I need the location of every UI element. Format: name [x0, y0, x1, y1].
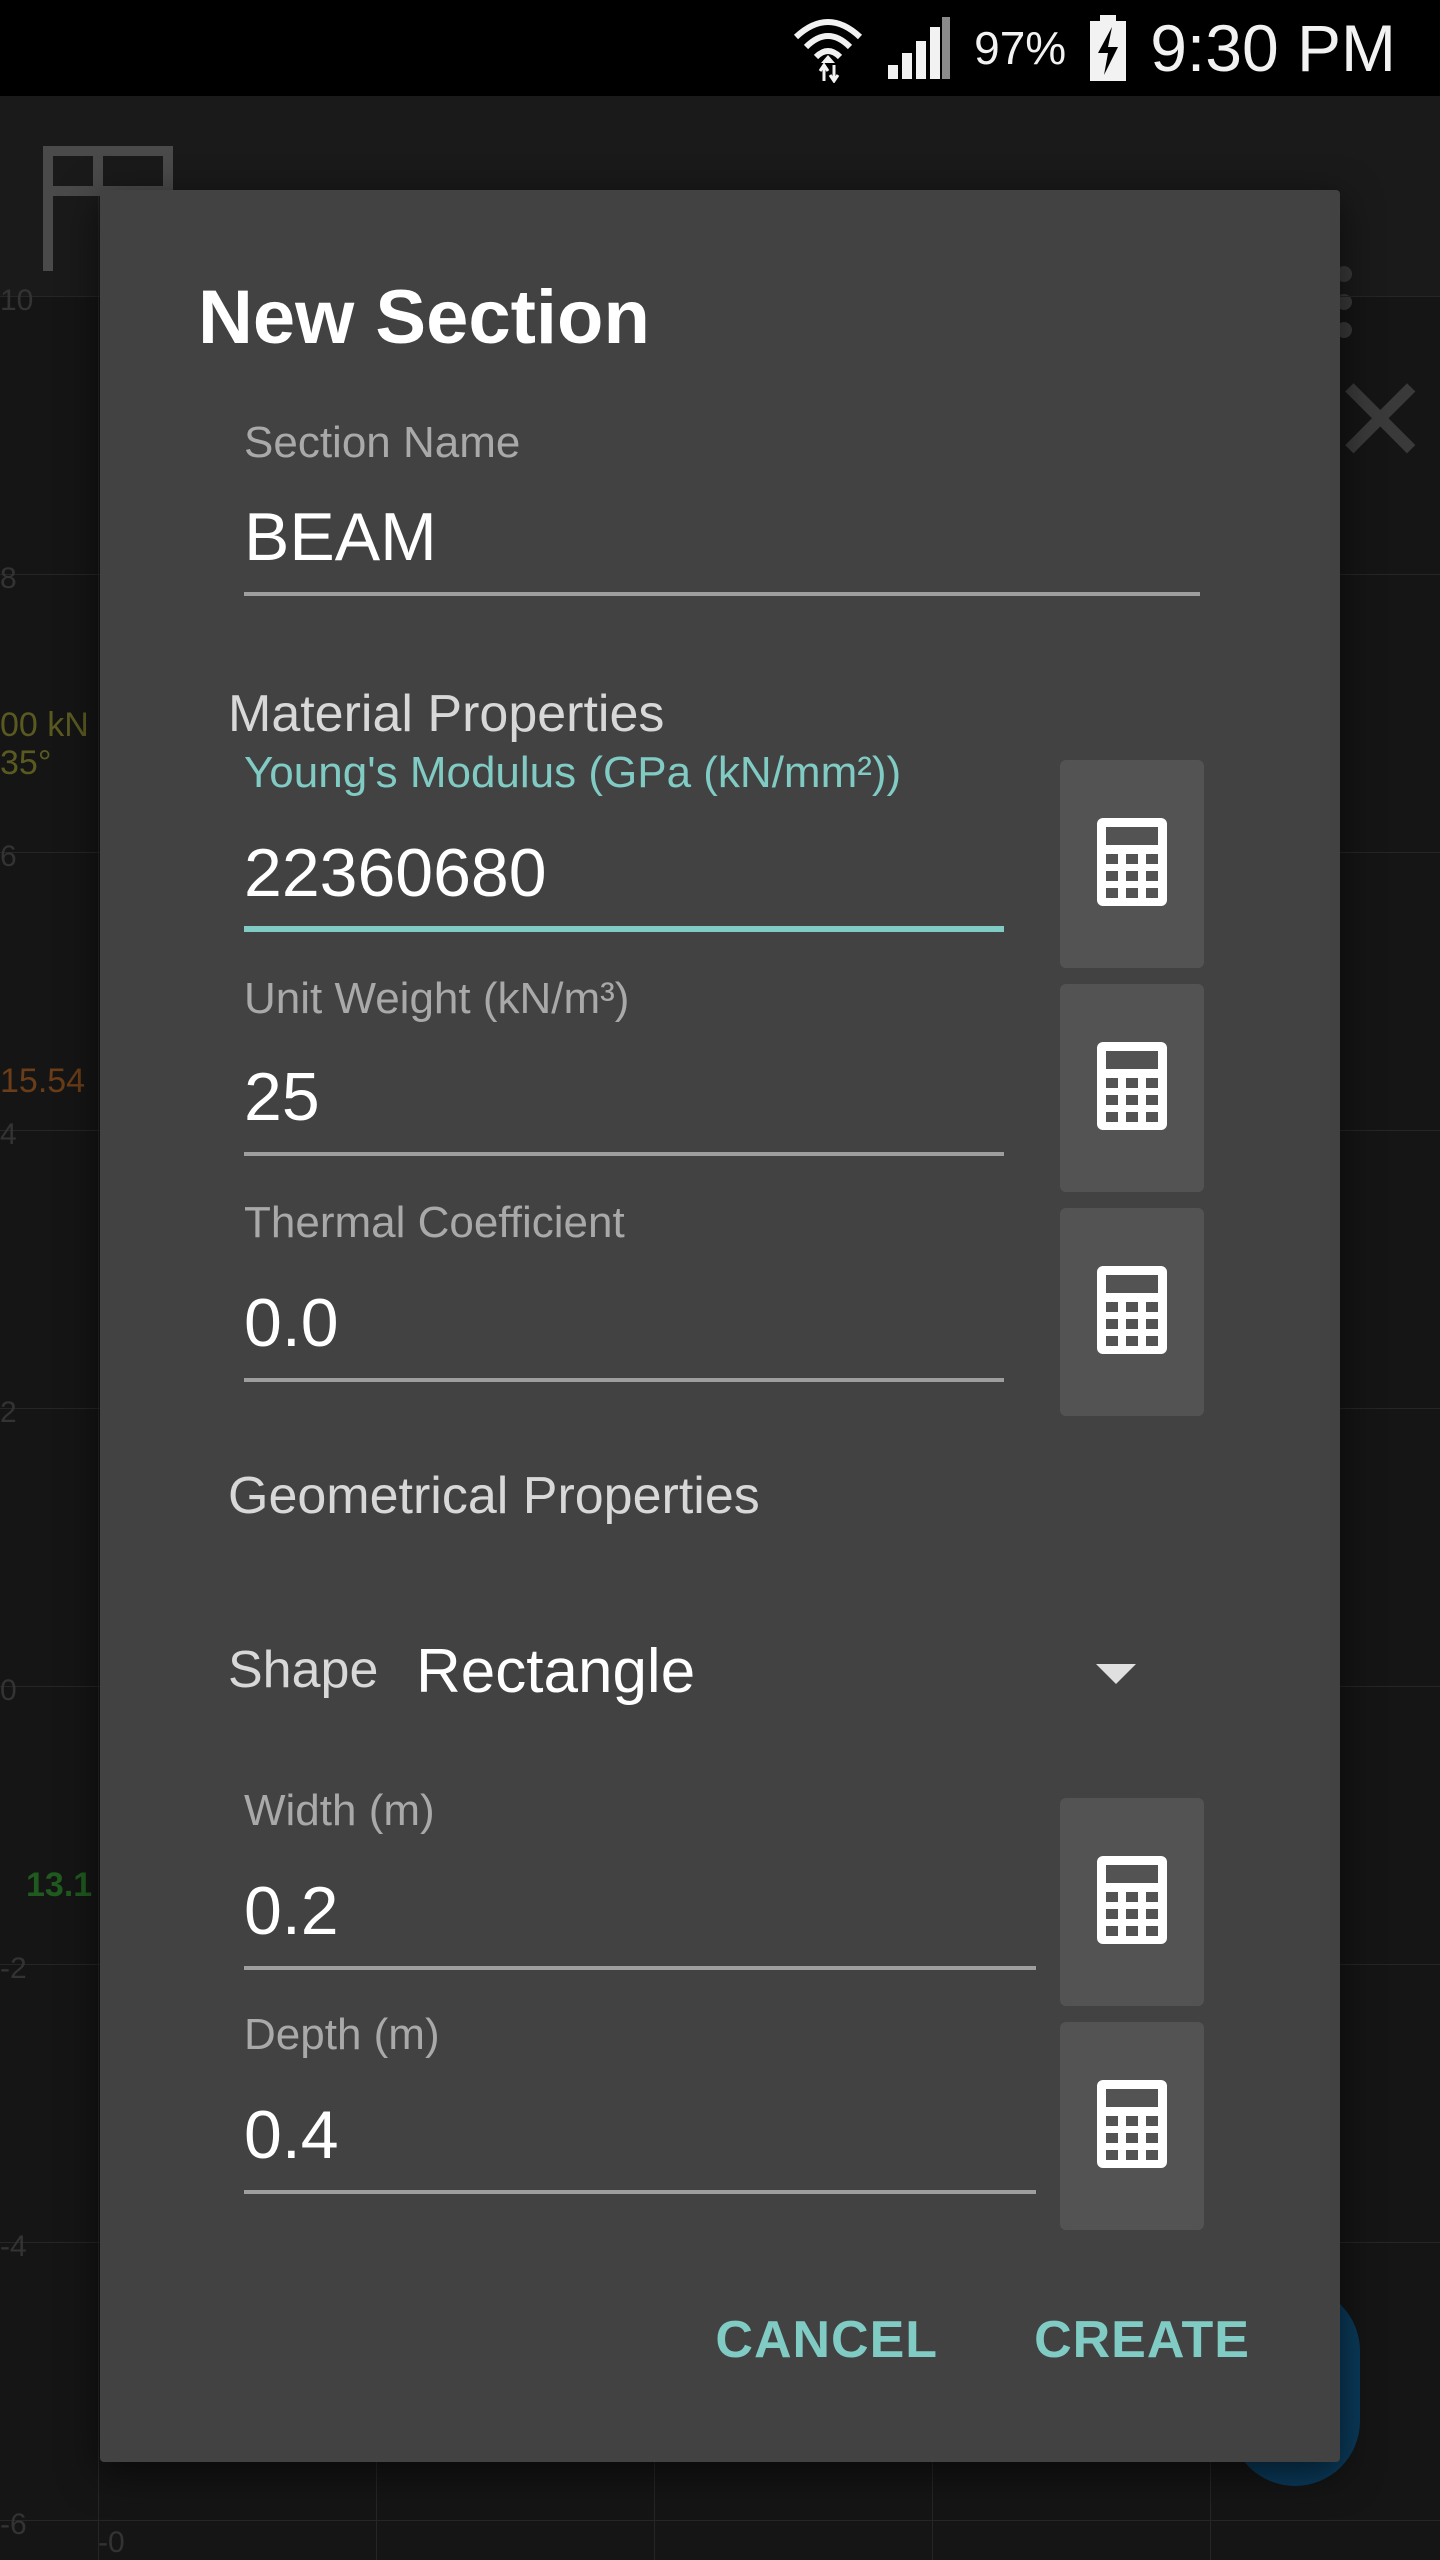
unit-weight-underline — [244, 1152, 1004, 1156]
y-axis-label: 4 — [0, 1118, 17, 1151]
load-angle-label: 35° — [0, 744, 52, 782]
material-properties-heading: Material Properties — [228, 685, 665, 743]
battery-percent: 97% — [974, 22, 1067, 74]
shape-selected-value[interactable]: Rectangle — [416, 1636, 695, 1707]
depth-label: Depth (m) — [244, 2010, 440, 2059]
y-axis-label: 2 — [0, 1396, 17, 1429]
youngs-modulus-field[interactable]: Young's Modulus (GPa (kN/mm²)) 22360680 — [244, 748, 1004, 948]
dropdown-arrow-icon[interactable] — [1096, 1664, 1136, 1684]
section-name-field[interactable]: Section Name BEAM — [244, 418, 1200, 618]
y-axis-label: 8 — [0, 562, 17, 595]
depth-calculator-button[interactable] — [1060, 2022, 1204, 2230]
wifi-icon — [792, 13, 864, 83]
youngs-modulus-input[interactable]: 22360680 — [244, 834, 547, 912]
cancel-button[interactable]: CANCEL — [715, 2310, 938, 2370]
width-label: Width (m) — [244, 1786, 435, 1835]
new-section-dialog: New Section Section Name BEAM Material P… — [100, 190, 1340, 2462]
y-axis-label: 10 — [0, 284, 34, 317]
unit-weight-calculator-button[interactable] — [1060, 984, 1204, 1192]
depth-underline — [244, 2190, 1036, 2194]
thermal-coefficient-input[interactable]: 0.0 — [244, 1284, 339, 1362]
y-axis-label: 6 — [0, 840, 17, 873]
shape-dropdown[interactable]: Shape Rectangle — [228, 1620, 1228, 1720]
calculator-icon — [1097, 1265, 1167, 1359]
status-bar: 97% 9:30 PM — [0, 0, 1440, 96]
reaction-label: 13.1 — [26, 1866, 93, 1904]
thermal-coefficient-label: Thermal Coefficient — [244, 1198, 625, 1247]
y-axis-label: -4 — [0, 2230, 27, 2263]
battery-charging-icon — [1088, 15, 1128, 81]
youngs-modulus-label: Young's Modulus (GPa (kN/mm²)) — [244, 748, 902, 797]
thermal-coefficient-calculator-button[interactable] — [1060, 1208, 1204, 1416]
unit-weight-field[interactable]: Unit Weight (kN/m³) 25 — [244, 974, 1004, 1174]
section-name-input[interactable]: BEAM — [244, 498, 437, 576]
width-input[interactable]: 0.2 — [244, 1872, 339, 1950]
youngs-modulus-calculator-button[interactable] — [1060, 760, 1204, 968]
section-name-underline — [244, 592, 1200, 596]
width-calculator-button[interactable] — [1060, 1798, 1204, 2006]
y-axis-label: -2 — [0, 1952, 27, 1985]
y-axis-label: -6 — [0, 2508, 27, 2541]
dialog-actions: CANCEL CREATE — [619, 2310, 1250, 2370]
width-field[interactable]: Width (m) 0.2 — [244, 1786, 1036, 1986]
calculator-icon — [1097, 1041, 1167, 1135]
x-axis-label: -0 — [98, 2526, 125, 2559]
geometrical-properties-heading: Geometrical Properties — [228, 1467, 760, 1525]
signal-icon — [886, 15, 952, 81]
thermal-coefficient-field[interactable]: Thermal Coefficient 0.0 — [244, 1198, 1004, 1398]
depth-input[interactable]: 0.4 — [244, 2096, 339, 2174]
unit-weight-label: Unit Weight (kN/m³) — [244, 974, 630, 1023]
shape-label: Shape — [228, 1641, 379, 1699]
calculator-icon — [1097, 2079, 1167, 2173]
thermal-coefficient-underline — [244, 1378, 1004, 1382]
section-name-label: Section Name — [244, 418, 521, 467]
create-button[interactable]: CREATE — [1034, 2310, 1250, 2370]
load-label: 00 kN — [0, 706, 89, 744]
depth-field[interactable]: Depth (m) 0.4 — [244, 2010, 1036, 2210]
calculator-icon — [1097, 817, 1167, 911]
clock: 9:30 PM — [1150, 11, 1396, 85]
unit-weight-input[interactable]: 25 — [244, 1058, 320, 1136]
width-underline — [244, 1966, 1036, 1970]
moment-label: 15.54 — [0, 1062, 86, 1100]
youngs-modulus-underline — [244, 926, 1004, 932]
y-axis-label: 0 — [0, 1674, 17, 1707]
calculator-icon — [1097, 1855, 1167, 1949]
close-icon: ✕ — [1330, 354, 1431, 488]
dialog-title: New Section — [198, 275, 650, 360]
